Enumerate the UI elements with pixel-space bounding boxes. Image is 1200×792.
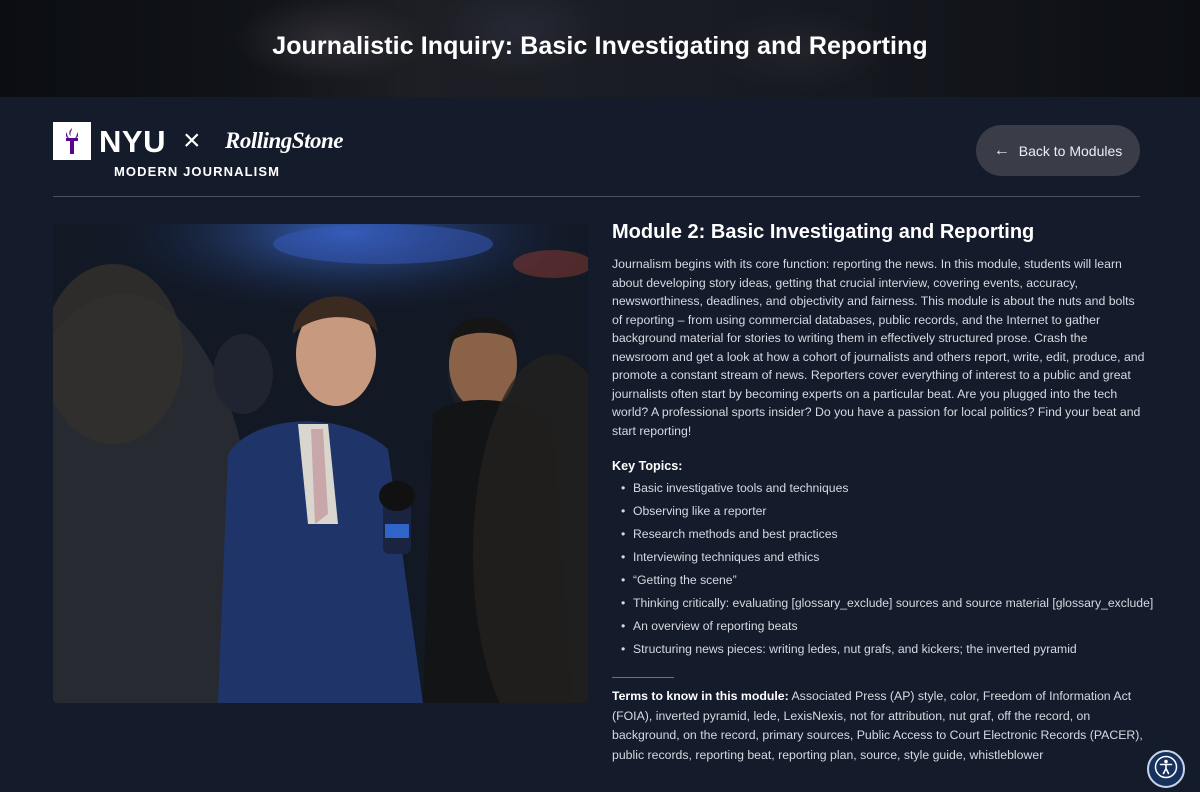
header-divider xyxy=(53,196,1140,197)
accessibility-button[interactable] xyxy=(1147,750,1185,788)
module-title: Module 2: Basic Investigating and Report… xyxy=(612,221,1035,243)
terms-label: Terms to know in this module: xyxy=(612,689,789,703)
back-to-modules-button[interactable]: ← Back to Modules xyxy=(976,125,1140,176)
topic-item: Observing like a reporter xyxy=(621,500,1147,523)
key-topics-list: Basic investigative tools and techniques… xyxy=(612,477,1153,661)
rolling-stone-wordmark: RollingStone xyxy=(225,128,343,153)
topic-item: An overview of reporting beats xyxy=(621,615,1147,638)
terms-divider xyxy=(612,677,674,678)
module-photo xyxy=(53,224,588,703)
module-description: Journalism begins with its core function… xyxy=(612,257,1145,438)
key-topics-heading: Key Topics: xyxy=(612,459,683,473)
banner-title: Journalistic Inquiry: Basic Investigatin… xyxy=(272,32,928,60)
accessibility-icon xyxy=(1154,755,1178,784)
program-name: MODERN JOURNALISM xyxy=(114,164,281,179)
nyu-torch-logo-icon xyxy=(53,122,91,160)
topic-item: Structuring news pieces: writing ledes, … xyxy=(621,638,1147,661)
page-banner: Journalistic Inquiry: Basic Investigatin… xyxy=(0,0,1200,97)
nyu-wordmark: NYU xyxy=(99,124,166,159)
topic-item: Basic investigative tools and techniques xyxy=(621,477,1147,500)
topic-item: Interviewing techniques and ethics xyxy=(621,546,1147,569)
brand-logo[interactable]: NYU × RollingStone MODERN JOURNALISM xyxy=(53,122,373,182)
topic-item: Thinking critically: evaluating [glossar… xyxy=(621,592,1153,615)
module-content: Module 2: Basic Investigating and Report… xyxy=(612,220,1153,765)
arrow-left-icon: ← xyxy=(993,141,1010,159)
back-to-modules-label: Back to Modules xyxy=(1018,142,1123,159)
collab-times-sign: × xyxy=(183,124,201,157)
topic-item: “Getting the scene” xyxy=(621,569,1147,592)
topic-item: Research methods and best practices xyxy=(621,523,1147,546)
terms-paragraph: Terms to know in this module: Associated… xyxy=(612,687,1147,765)
